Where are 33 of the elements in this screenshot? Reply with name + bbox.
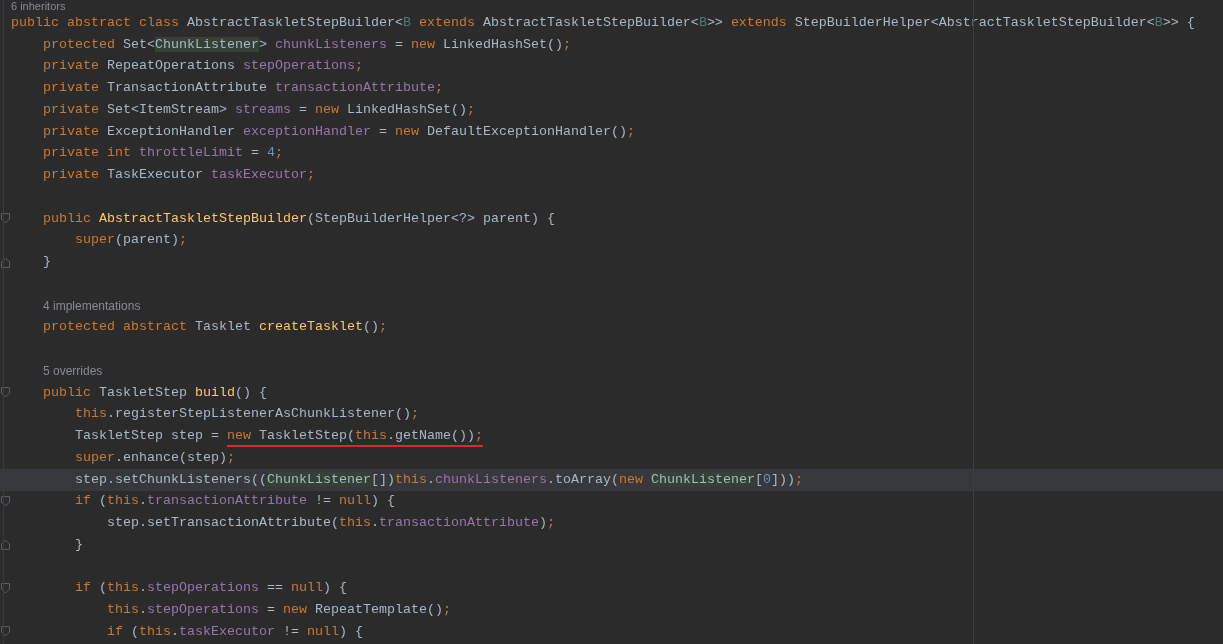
code-line: private TaskExecutor taskExecutor; — [43, 166, 315, 185]
code-line: if (this.stepOperations == null) { — [75, 579, 347, 598]
code-line: private Set<ItemStream> streams = new LinkedHashSet(); — [43, 100, 475, 119]
fold-icon[interactable] — [1, 582, 10, 594]
code-line: public AbstractTaskletStepBuilder(StepBuilderHelper<?> parent) { — [43, 209, 555, 228]
code-line: public TaskletStep build() { — [43, 383, 267, 402]
code-line: if (this.transactionAttribute != null) { — [75, 492, 395, 511]
code-line: private TransactionAttribute transactionAttribute; — [43, 79, 443, 98]
code-line: step.setTransactionAttribute(this.transactionAttribute); — [107, 514, 555, 533]
code-line: super(parent); — [75, 231, 187, 250]
code-line: TaskletStep step = new TaskletStep(this.getName()); — [75, 426, 483, 447]
code-vision-hint[interactable]: 5 overrides — [43, 361, 103, 380]
code-vision-hint[interactable]: 4 implementations — [43, 296, 141, 315]
fold-icon[interactable] — [1, 387, 10, 399]
code-line: private ExceptionHandler exceptionHandler = new DefaultExceptionHandler(); — [43, 122, 635, 141]
code-line: super.enhance(step); — [75, 448, 235, 467]
code-line: private RepeatOperations stepOperations; — [43, 57, 363, 76]
code-line: protected abstract Tasklet createTasklet(); — [43, 318, 387, 337]
code-line: this.registerStepListenerAsChunkListener(); — [75, 405, 419, 424]
code-line: this.stepOperations = new RepeatTemplate(); — [107, 601, 451, 620]
code-vision-hint[interactable]: 6 inheritors — [11, 0, 66, 12]
fold-icon[interactable] — [1, 539, 10, 551]
code-line: if (this.taskExecutor != null) { — [107, 622, 363, 641]
code-line: } — [75, 535, 83, 554]
fold-icon[interactable] — [1, 495, 10, 507]
code-line: protected Set<ChunkListener> chunkListeners = new LinkedHashSet(); — [43, 35, 571, 54]
code-line: step.setChunkListeners((ChunkListener[])this.chunkListeners.toArray(new ChunkListener[0])); — [75, 470, 803, 489]
fold-icon[interactable] — [1, 626, 10, 638]
fold-icon[interactable] — [1, 256, 10, 268]
fold-icon[interactable] — [1, 213, 10, 225]
code-line: private int throttleLimit = 4; — [43, 144, 283, 163]
code-line: public abstract class AbstractTaskletStepBuilder<B extends AbstractTaskletStepBuilder<B>> extends StepBuilderHelper<AbstractTaskletStepBuilder<B>> { — [11, 13, 1195, 32]
code-line: } — [43, 253, 51, 272]
